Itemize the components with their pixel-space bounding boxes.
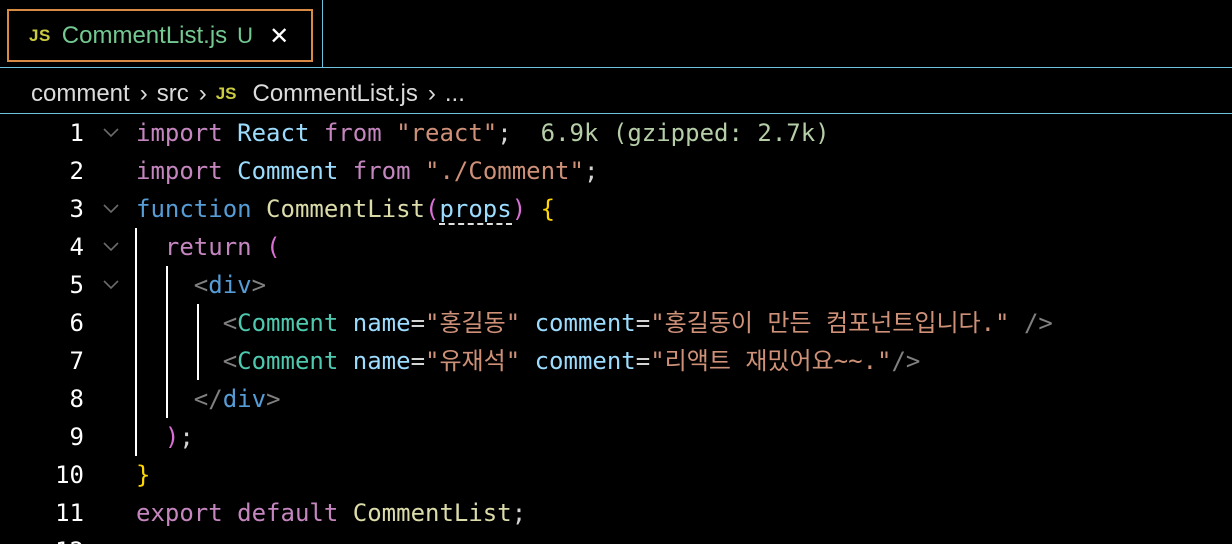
breadcrumb-item-file[interactable]: CommentList.js [253, 80, 418, 108]
chevron-right-icon: › [427, 80, 436, 107]
code-line[interactable]: 12 [0, 532, 1232, 544]
line-number: 7 [69, 347, 84, 375]
line-number: 3 [69, 195, 84, 223]
breadcrumb-item-src[interactable]: src [157, 80, 189, 108]
git-status-badge: U [237, 22, 254, 48]
code-line[interactable]: 7 <Comment name="유재석" comment="리액트 재밌어요~… [0, 342, 1232, 380]
line-number: 9 [69, 423, 84, 451]
chevron-down-icon[interactable] [102, 232, 122, 262]
chevron-down-icon[interactable] [102, 118, 122, 148]
tab-commentlist[interactable]: JS CommentList.js U ✕ [7, 9, 313, 62]
import-cost-hint: 6.9k (gzipped: 2.7k) [540, 119, 830, 147]
breadcrumb-item-comment[interactable]: comment [31, 80, 130, 108]
code-text: } [136, 461, 151, 489]
line-number: 4 [69, 233, 84, 261]
code-line[interactable]: 1 import React from "react"; 6.9k (gzipp… [0, 114, 1232, 152]
line-number: 8 [69, 385, 84, 413]
code-text: <Comment name="홍길동" comment="홍길동이 만든 컴포넌… [222, 309, 1053, 337]
line-number: 1 [69, 119, 84, 147]
code-text: function CommentList(props) { [136, 195, 556, 225]
code-text: import Comment from "./Comment"; [136, 157, 599, 185]
tab-title: CommentList.js [61, 21, 228, 49]
code-text: import React from "react"; 6.9k (gzipped… [136, 119, 830, 147]
breadcrumb: comment › src › JS CommentList.js › ... [31, 76, 465, 112]
code-text: ); [164, 423, 194, 451]
code-text: </div> [193, 385, 281, 413]
code-text: <Comment name="유재석" comment="리액트 재밌어요~~.… [222, 347, 921, 375]
code-line[interactable]: 6 <Comment name="홍길동" comment="홍길동이 만든 컴… [0, 304, 1232, 342]
code-line[interactable]: 9 ); [0, 418, 1232, 456]
line-number: 5 [69, 271, 84, 299]
javascript-file-icon: JS [29, 25, 51, 45]
chevron-down-icon[interactable] [102, 194, 122, 224]
tab-divider [322, 0, 323, 68]
close-icon[interactable]: ✕ [269, 24, 289, 48]
javascript-file-icon: JS [215, 84, 237, 103]
chevron-right-icon: › [198, 80, 207, 107]
code-editor[interactable]: 1 import React from "react"; 6.9k (gzipp… [0, 114, 1232, 544]
code-line[interactable]: 2 import Comment from "./Comment"; [0, 152, 1232, 190]
code-text: export default CommentList; [136, 499, 527, 527]
editor-tab-bar: JS CommentList.js U ✕ [0, 0, 1232, 68]
unused-param-warning: props [439, 195, 512, 225]
code-line[interactable]: 8 </div> [0, 380, 1232, 418]
code-text: <div> [193, 271, 267, 299]
line-number: 2 [69, 157, 84, 185]
line-number: 6 [69, 309, 84, 337]
code-line[interactable]: 11 export default CommentList; [0, 494, 1232, 532]
chevron-down-icon[interactable] [102, 270, 122, 300]
breadcrumb-item-symbols[interactable]: ... [445, 80, 465, 108]
code-line[interactable]: 5 <div> [0, 266, 1232, 304]
code-text: return ( [164, 233, 281, 261]
line-number: 10 [55, 461, 84, 489]
chevron-right-icon: › [139, 80, 148, 107]
code-line[interactable]: 3 function CommentList(props) { [0, 190, 1232, 228]
code-line[interactable]: 4 return ( [0, 228, 1232, 266]
code-line[interactable]: 10 } [0, 456, 1232, 494]
line-number: 11 [55, 499, 84, 527]
line-number: 12 [55, 536, 84, 544]
